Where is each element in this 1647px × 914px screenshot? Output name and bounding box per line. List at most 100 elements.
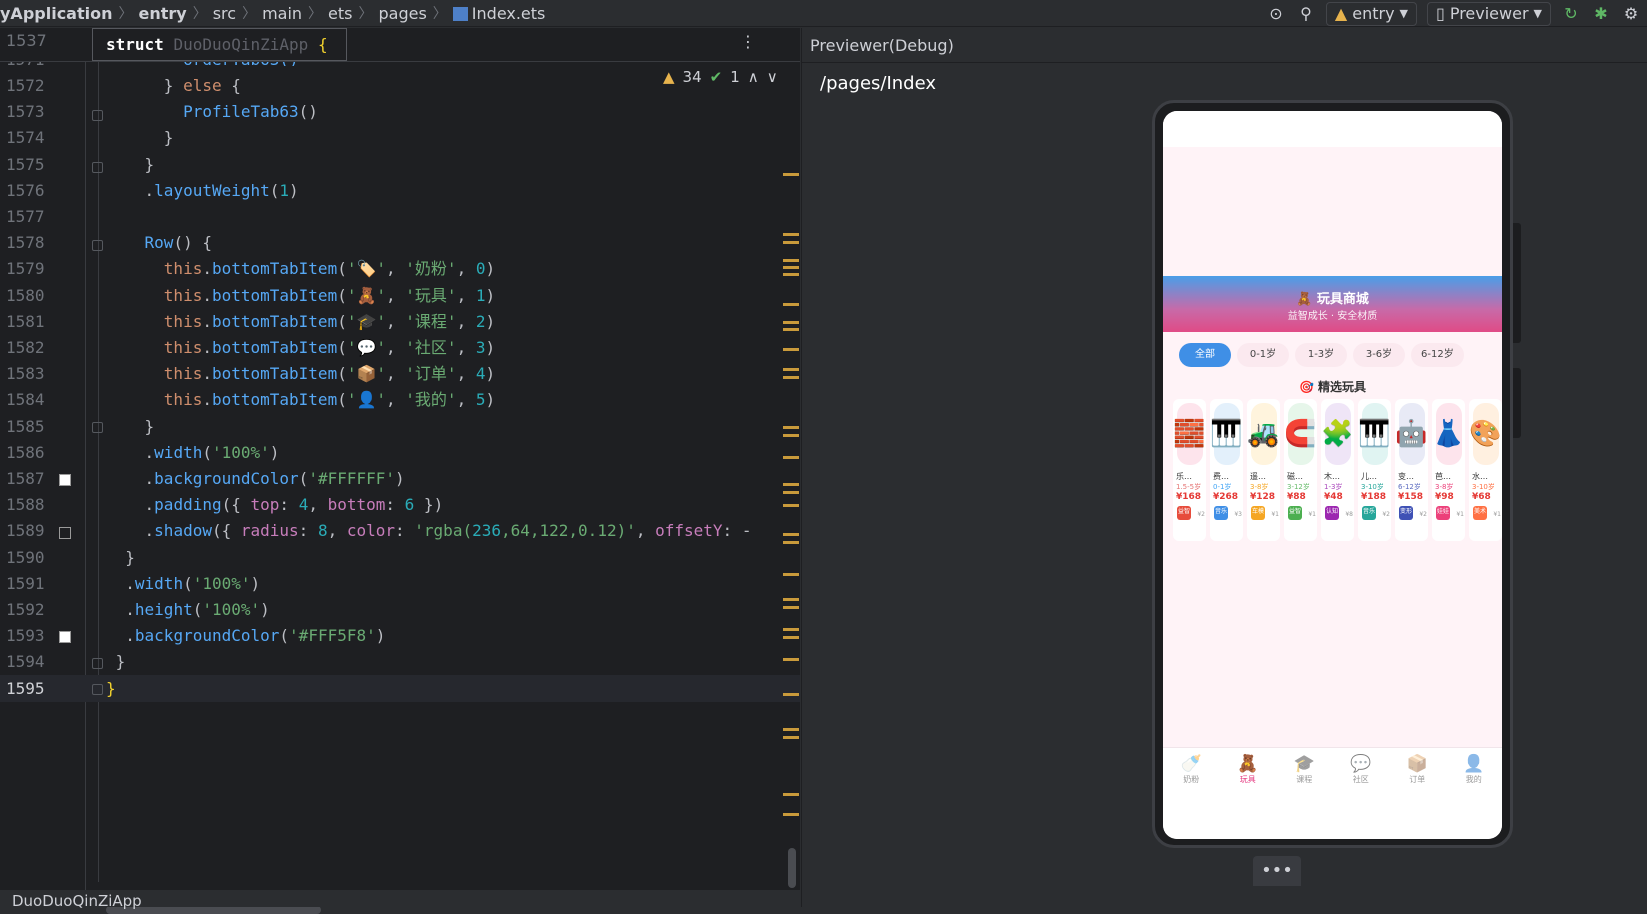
age-chip[interactable]: 6-12岁	[1411, 343, 1464, 367]
line-number: 1578	[6, 233, 45, 253]
fold-marker-icon[interactable]	[92, 658, 103, 669]
bottom-tab[interactable]: 📦 订单	[1392, 748, 1442, 795]
bottom-tab[interactable]: 👤 我的	[1449, 748, 1499, 795]
breadcrumb-module[interactable]: entry	[138, 4, 186, 23]
inspection-widget[interactable]: ▲ 34 ✔ 1 ∧ ∨	[663, 68, 778, 86]
device-selector[interactable]: ▯ Previewer ▼	[1427, 1, 1551, 26]
code-line[interactable]: 1574 }	[0, 124, 800, 151]
code-line[interactable]: 1587 .backgroundColor('#FFFFFF')	[0, 465, 800, 492]
target-icon[interactable]: ⊙	[1266, 4, 1286, 23]
breadcrumb-src[interactable]: src	[213, 4, 236, 23]
breadcrumb-file[interactable]: Index.ets	[452, 3, 546, 23]
scroll-marker	[783, 491, 799, 494]
line-number: 1580	[6, 285, 45, 305]
code-line[interactable]: 1595}	[0, 674, 800, 702]
code-line[interactable]: 1576 .layoutWeight(1)	[0, 177, 800, 204]
code-line[interactable]: 1588 .padding({ top: 4, bottom: 6 })	[0, 491, 800, 518]
more-tools-icon[interactable]: ⚙	[1621, 4, 1641, 23]
module-selector[interactable]: ▲ entry ▼	[1325, 1, 1418, 26]
vertical-scrollbar[interactable]	[788, 848, 796, 888]
debug-bug-icon[interactable]: ✱	[1591, 4, 1611, 23]
chevron-up-icon[interactable]: ∧	[748, 68, 759, 86]
line-number: 1575	[6, 154, 45, 174]
code-text: }	[106, 416, 155, 436]
scroll-marker	[783, 303, 799, 306]
refresh-icon[interactable]: ↻	[1561, 4, 1581, 23]
more-options-button[interactable]: •••	[1253, 856, 1301, 886]
toy-card[interactable]: 🧩 木… 1-3岁 ¥48 ¥8 认知	[1321, 399, 1354, 541]
age-chip[interactable]: 全部	[1179, 343, 1231, 367]
bottom-tab[interactable]: 💬 社区	[1336, 748, 1386, 795]
breadcrumb-pages[interactable]: pages	[379, 4, 427, 23]
toy-card[interactable]: 🚜 遥… 3-8岁 ¥128 ¥1 车模	[1247, 399, 1280, 541]
editor-status-breadcrumb[interactable]: DuoDuoQinZiApp	[0, 890, 800, 910]
scroll-marker	[783, 233, 799, 236]
kebab-menu-icon[interactable]: ⋮	[740, 32, 756, 51]
struct-name: DuoDuoQinZiApp	[173, 35, 309, 54]
age-chip[interactable]: 0-1岁	[1237, 343, 1289, 367]
code-line[interactable]: 1592 .height('100%')	[0, 596, 800, 623]
code-line[interactable]: 1581 this.bottomTabItem('🎓', '课程', 2)	[0, 308, 800, 335]
toy-card[interactable]: 🎨 水… 3-10岁 ¥68 ¥1 美术	[1469, 399, 1502, 541]
toy-card[interactable]: 🧱 乐… 1.5-5岁 ¥168 ¥2 益智	[1173, 399, 1206, 541]
bottom-tab[interactable]: 🎓 课程	[1279, 748, 1329, 795]
line-number: 1579	[6, 259, 45, 279]
code-line[interactable]: 1591 .width('100%')	[0, 570, 800, 597]
chevron-right-icon: 〉	[308, 6, 323, 22]
device-screen[interactable]: 🧸 玩具商城 益智成长 · 安全材质 全部 0-1岁 1-3岁 3-6岁 6-12岁 🎯…	[1163, 111, 1502, 839]
color-swatch-shadow[interactable]	[59, 527, 71, 539]
code-line[interactable]: 1589 .shadow({ radius: 8, color: 'rgba(2…	[0, 517, 800, 544]
line-number: 1581	[6, 311, 45, 331]
code-line[interactable]: 1590 }	[0, 544, 800, 571]
breadcrumb-ets[interactable]: ets	[328, 4, 352, 23]
bottom-tab[interactable]: 🍼 奶粉	[1166, 748, 1216, 795]
fold-marker-icon[interactable]	[92, 422, 103, 433]
bottom-tab[interactable]: 🧸 玩具	[1223, 748, 1273, 795]
code-line[interactable]: 1580 this.bottomTabItem('🧸', '玩具', 1)	[0, 282, 800, 309]
color-swatch-pink[interactable]	[59, 631, 71, 643]
toy-price: ¥48	[1324, 492, 1343, 502]
code-line[interactable]: 1593 .backgroundColor('#FFF5F8')	[0, 622, 800, 649]
code-line[interactable]: 1583 this.bottomTabItem('📦', '订单', 4)	[0, 360, 800, 387]
code-editor[interactable]: 1537 struct DuoDuoQinZiApp { ⋮ 1571 orde…	[0, 28, 800, 914]
toy-card[interactable]: 🧲 磁… 3-12岁 ¥88 ¥1 益智	[1284, 399, 1317, 541]
code-line[interactable]: 1586 .width('100%')	[0, 439, 800, 466]
horizontal-scrollbar[interactable]	[106, 906, 321, 914]
toy-card[interactable]: 🎹 儿… 3-10岁 ¥188 ¥2 音乐	[1358, 399, 1391, 541]
tab-label: 玩具	[1239, 775, 1256, 784]
breadcrumb-project[interactable]: yApplication	[0, 4, 112, 23]
toy-original-price: ¥2	[1419, 511, 1427, 518]
toy-name: 芭…	[1435, 472, 1451, 481]
code-line[interactable]: 1578 Row() {	[0, 229, 800, 256]
breadcrumb-file-label: Index.ets	[471, 3, 546, 23]
code-line[interactable]: 1573 ProfileTab63()	[0, 98, 800, 125]
toy-card-list: 🧱 乐… 1.5-5岁 ¥168 ¥2 益智 🎹 费… 0-1岁 ¥268 ¥3 音乐 🚜 遥… 3-8岁 ¥…	[1173, 399, 1502, 541]
code-line[interactable]: 1594 }	[0, 648, 800, 675]
toy-card[interactable]: 🎹 费… 0-1岁 ¥268 ¥3 音乐	[1210, 399, 1243, 541]
breadcrumb-main[interactable]: main	[262, 4, 302, 23]
code-line[interactable]: 1575 }	[0, 151, 800, 178]
code-line[interactable]: 1582 this.bottomTabItem('💬', '社区', 3)	[0, 334, 800, 361]
fold-marker-icon[interactable]	[92, 162, 103, 173]
code-line[interactable]: 1585 }	[0, 413, 800, 440]
sticky-scroll-header[interactable]: 1537 struct DuoDuoQinZiApp { ⋮	[0, 28, 800, 62]
divider	[802, 62, 1647, 63]
fold-marker-icon[interactable]	[92, 240, 103, 251]
age-chip[interactable]: 3-6岁	[1353, 343, 1405, 367]
toy-image: 🎹	[1358, 403, 1391, 465]
line-number: 1572	[6, 76, 45, 95]
toy-name: 木…	[1324, 472, 1340, 481]
color-swatch-white[interactable]	[59, 474, 71, 486]
code-line[interactable]: 1584 this.bottomTabItem('👤', '我的', 5)	[0, 386, 800, 413]
toy-card[interactable]: 🤖 变… 6-12岁 ¥158 ¥2 变形	[1395, 399, 1428, 541]
age-chip[interactable]: 1-3岁	[1295, 343, 1347, 367]
check-icon: ✔	[709, 68, 723, 86]
plugin-icon[interactable]: ⚲	[1296, 4, 1316, 23]
code-line[interactable]: 1579 this.bottomTabItem('🏷️', '奶粉', 0)	[0, 255, 800, 282]
toy-card[interactable]: 👗 芭… 3-8岁 ¥98 ¥1 娃娃	[1432, 399, 1465, 541]
fold-marker-icon[interactable]	[92, 110, 103, 121]
code-line[interactable]: 1577	[0, 203, 800, 230]
chevron-down-icon[interactable]: ∨	[767, 68, 778, 86]
fold-marker-icon[interactable]	[92, 684, 103, 695]
scroll-marker	[783, 173, 799, 176]
